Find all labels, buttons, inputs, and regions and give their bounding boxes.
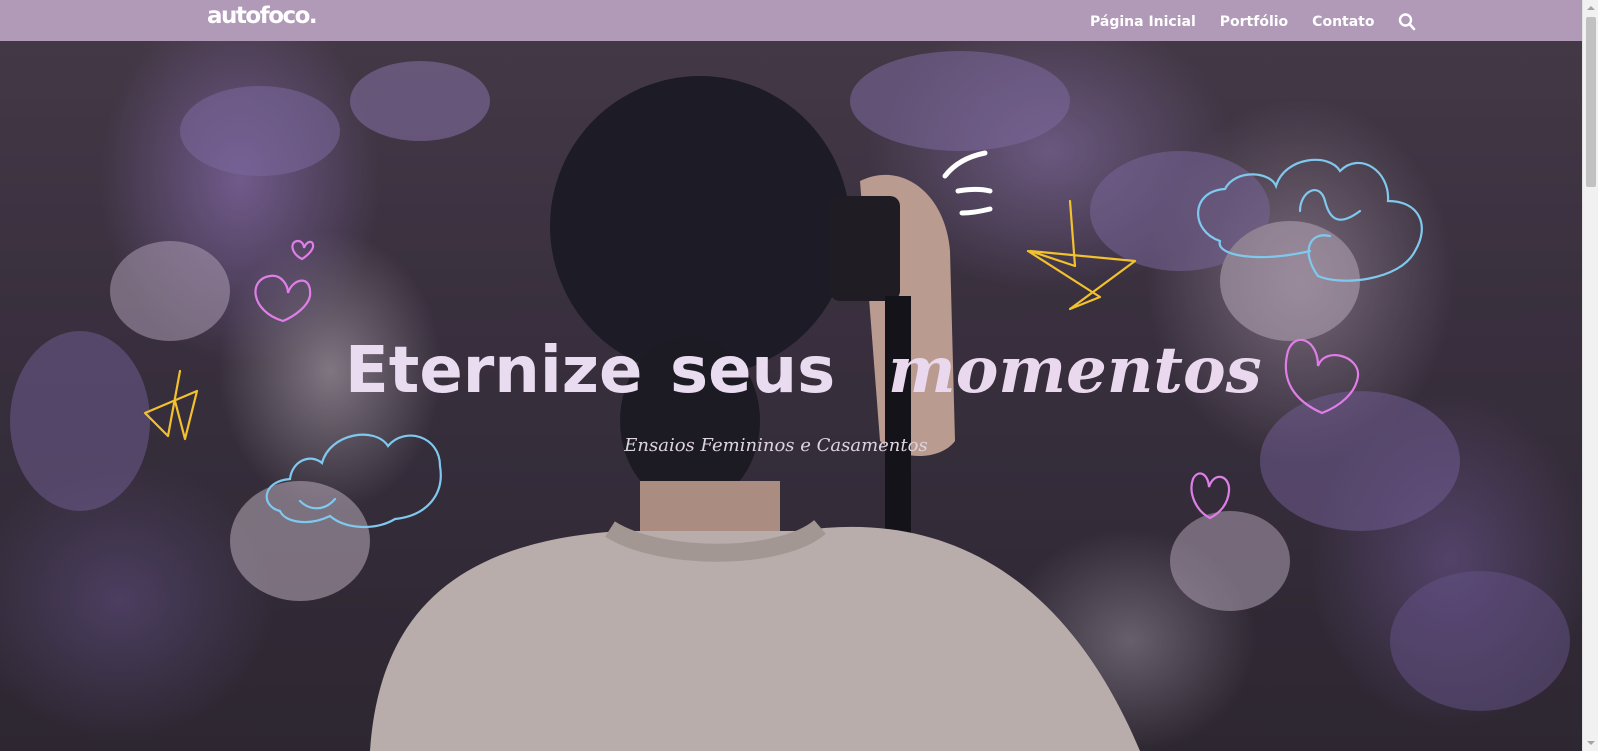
hero-subtitle: Ensaios Femininos e Casamentos: [624, 435, 928, 456]
scroll-up-arrow-icon[interactable]: [1587, 4, 1595, 12]
brand-logo[interactable]: autofoco.: [207, 1, 318, 31]
headline-word-momentos: momentos: [888, 333, 1262, 408]
search-icon[interactable]: [1398, 12, 1416, 32]
headline-word-eternize: Eternize: [345, 334, 643, 408]
scroll-down-arrow-icon[interactable]: [1587, 739, 1595, 747]
hero-headline: Eternize seus momentos: [0, 331, 1582, 411]
page: autofoco. Página Inicial Portfólio Conta…: [0, 0, 1598, 751]
scrollbar-thumb[interactable]: [1586, 17, 1596, 187]
headline-word-seus: seus: [670, 334, 836, 408]
nav-link-portfolio[interactable]: Portfólio: [1220, 12, 1288, 32]
hero-section: Eternize seus momentos Ensaios Femininos…: [0, 41, 1582, 751]
nav-link-home[interactable]: Página Inicial: [1090, 12, 1196, 32]
vertical-scrollbar[interactable]: [1582, 0, 1598, 751]
main-nav: Página Inicial Portfólio Contato: [1090, 12, 1416, 32]
top-navigation-bar: autofoco. Página Inicial Portfólio Conta…: [0, 0, 1582, 41]
nav-link-contact[interactable]: Contato: [1312, 12, 1374, 32]
